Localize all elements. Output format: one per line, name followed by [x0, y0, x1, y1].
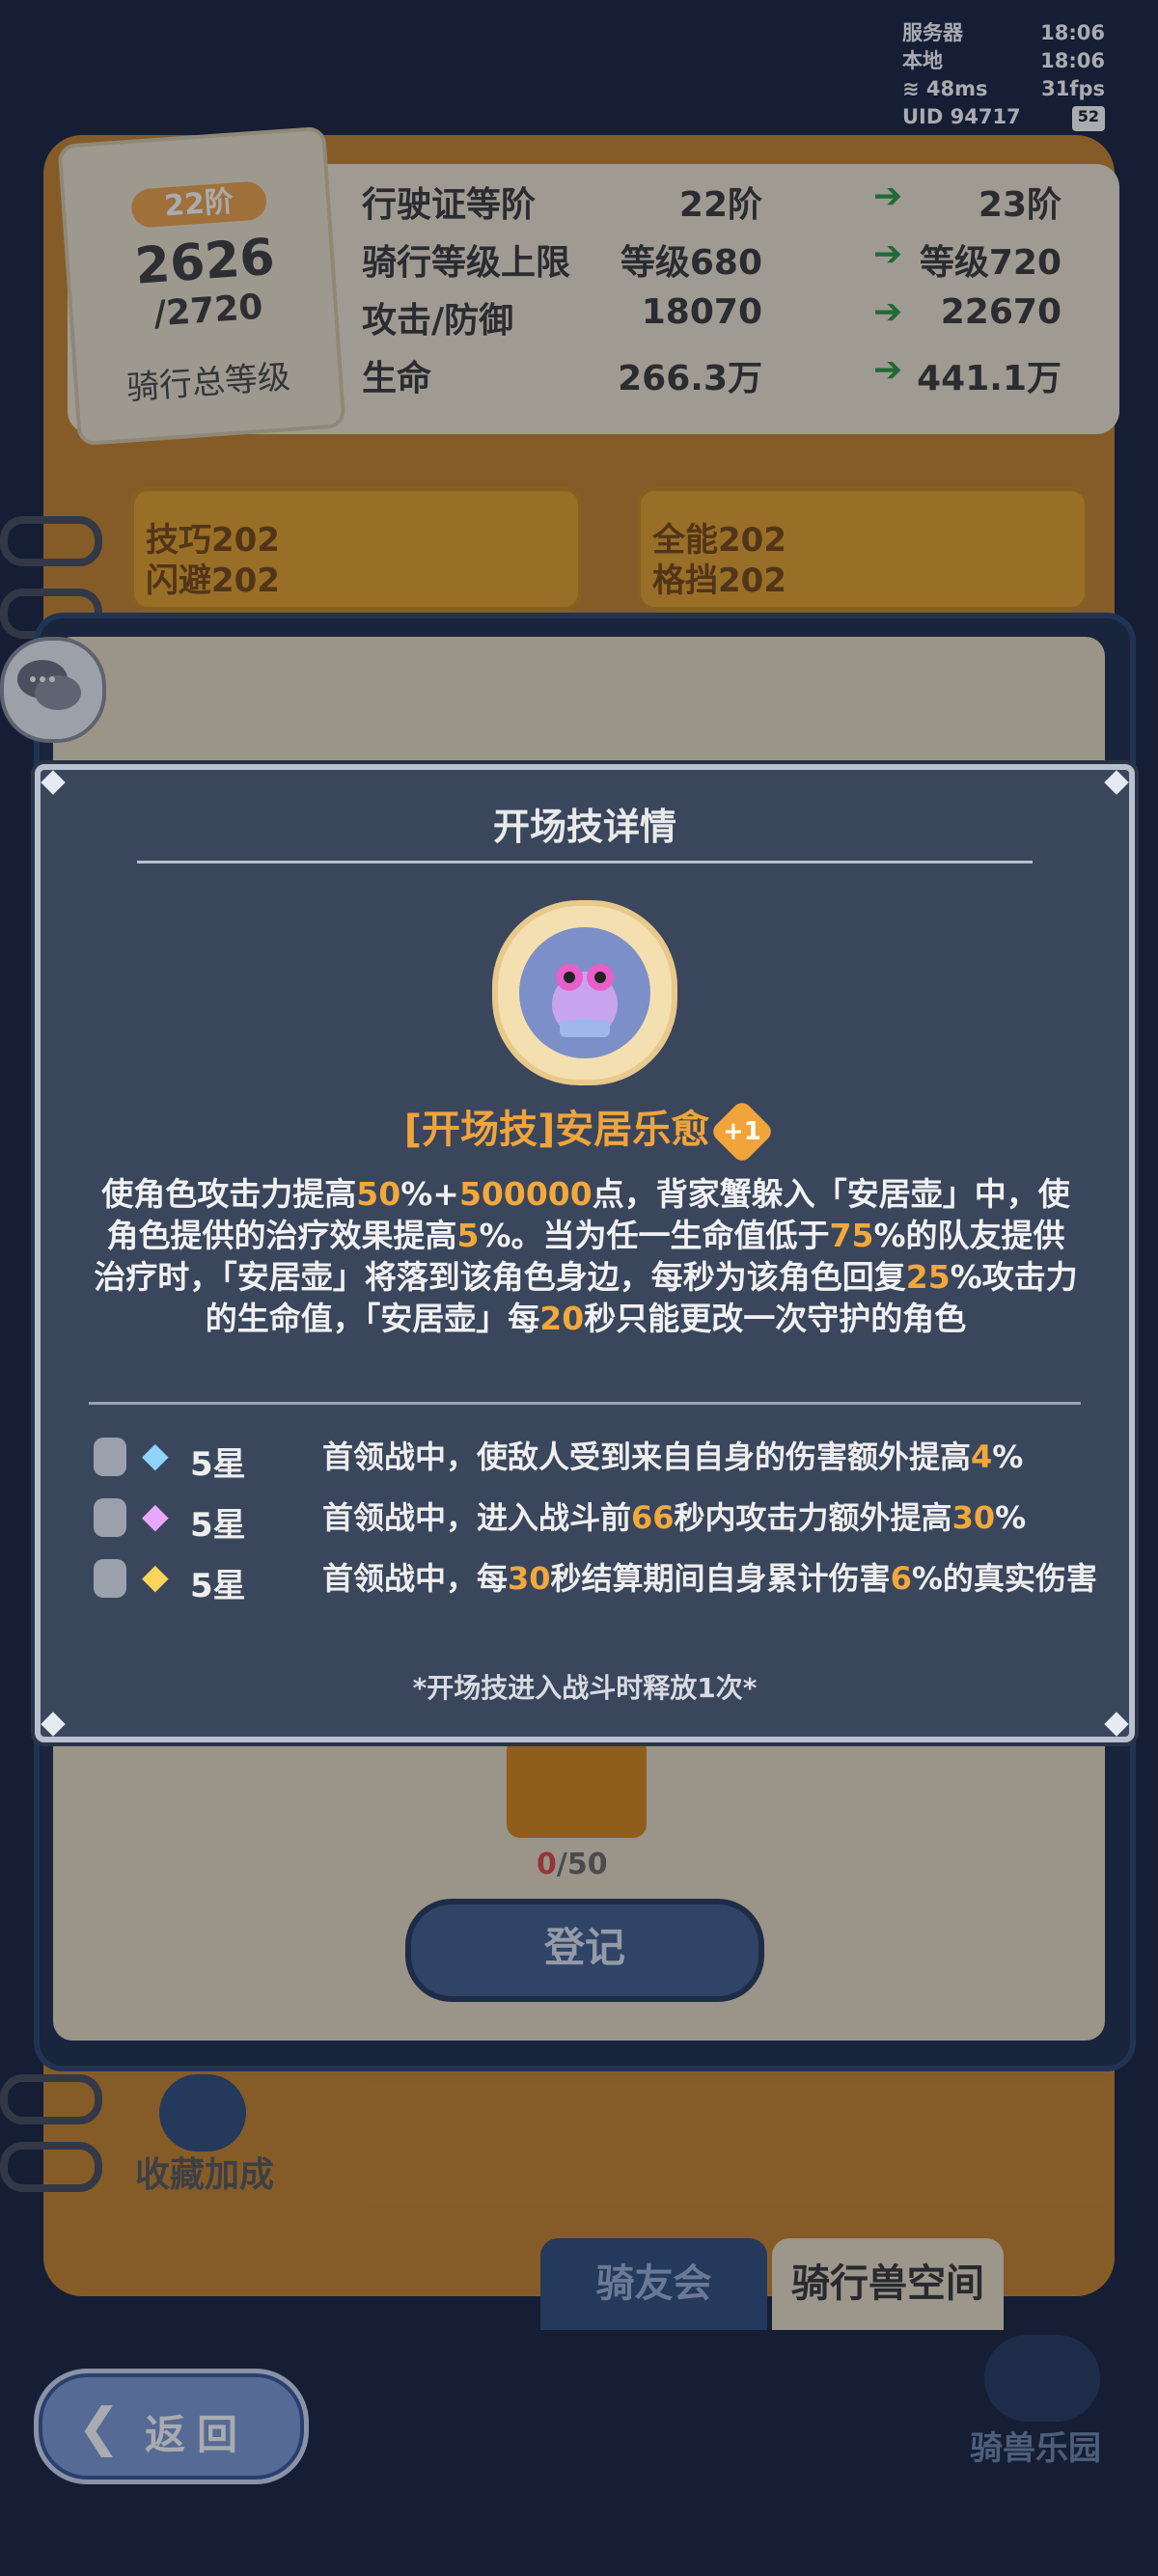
section-divider — [89, 1402, 1081, 1405]
skill-detail-dialog: 开场技详情 [开场技]安居乐愈 +1 使角色攻击力提高50%+500000点，背家… — [35, 764, 1135, 1742]
star-bonus-row: ◆ 5星 首领战中，每30秒结算期间自身累计伤害6%的真实伤害 — [94, 1555, 1097, 1613]
corner-ornament — [41, 1712, 66, 1737]
highlight-value: 30 — [951, 1499, 996, 1536]
lock-icon — [94, 1559, 126, 1598]
text-segment: % — [995, 1499, 1027, 1536]
text-segment: %+ — [400, 1175, 459, 1213]
star-bonus-text: 首领战中，进入战斗前66秒内攻击力额外提高30% — [322, 1498, 1114, 1537]
gem-icon-pink: ◆ — [142, 1496, 169, 1536]
highlight-value: 500000 — [458, 1175, 593, 1213]
skill-description: 使角色攻击力提高50%+500000点，背家蟹躲入「安居壶」中，使角色提供的治疗… — [94, 1173, 1078, 1339]
text-segment: 首领战中，使敌人受到来自自身的伤害额外提高 — [322, 1439, 972, 1475]
skill-name: [开场技]安居乐愈 +1 — [41, 1098, 1129, 1165]
text-segment: %。当为任一生命值低于 — [479, 1217, 830, 1254]
highlight-value: 66 — [631, 1499, 675, 1536]
gem-icon-blue: ◆ — [142, 1436, 169, 1475]
lock-icon — [94, 1498, 126, 1537]
corner-ornament — [1104, 770, 1129, 795]
text-segment: 使角色攻击力提高 — [101, 1175, 357, 1213]
title-divider — [137, 861, 1033, 863]
highlight-value: 20 — [539, 1300, 585, 1337]
level-plus-badge: +1 — [709, 1099, 776, 1165]
highlight-value: 50 — [356, 1175, 401, 1213]
text-segment: 秒结算期间自身累计伤害 — [550, 1560, 891, 1597]
text-segment: 秒只能更改一次守护的角色 — [584, 1300, 967, 1337]
corner-ornament — [1104, 1712, 1129, 1737]
star-bonus-text: 首领战中，每30秒结算期间自身累计伤害6%的真实伤害 — [322, 1559, 1114, 1598]
highlight-value: 75 — [829, 1217, 874, 1254]
text-segment: 首领战中，每 — [322, 1560, 509, 1597]
text-segment: 秒内攻击力额外提高 — [674, 1499, 952, 1536]
star-bonus-text: 首领战中，使敌人受到来自自身的伤害额外提高4% — [322, 1438, 1114, 1476]
gem-icon-gold: ◆ — [142, 1557, 169, 1597]
highlight-value: 5 — [456, 1217, 480, 1254]
highlight-value: 25 — [905, 1258, 951, 1296]
crab-icon — [552, 964, 618, 1037]
star-bonus-row: ◆ 5星 首领战中，使敌人受到来自自身的伤害额外提高4% — [94, 1434, 1097, 1492]
release-note: *开场技进入战斗时释放1次* — [412, 1672, 758, 1704]
star-bonus-row: ◆ 5星 首领战中，进入战斗前66秒内攻击力额外提高30% — [94, 1494, 1097, 1552]
text-segment: %的真实伤害 — [911, 1560, 1097, 1597]
skill-icon — [492, 900, 677, 1085]
text-segment: 首领战中，进入战斗前 — [322, 1499, 632, 1536]
highlight-value: 6 — [890, 1560, 912, 1597]
corner-ornament — [41, 770, 66, 795]
lock-icon — [94, 1438, 126, 1476]
highlight-value: 30 — [508, 1560, 551, 1597]
dialog-title: 开场技详情 — [492, 806, 676, 848]
text-segment: % — [992, 1439, 1024, 1475]
highlight-value: 4 — [971, 1439, 993, 1475]
